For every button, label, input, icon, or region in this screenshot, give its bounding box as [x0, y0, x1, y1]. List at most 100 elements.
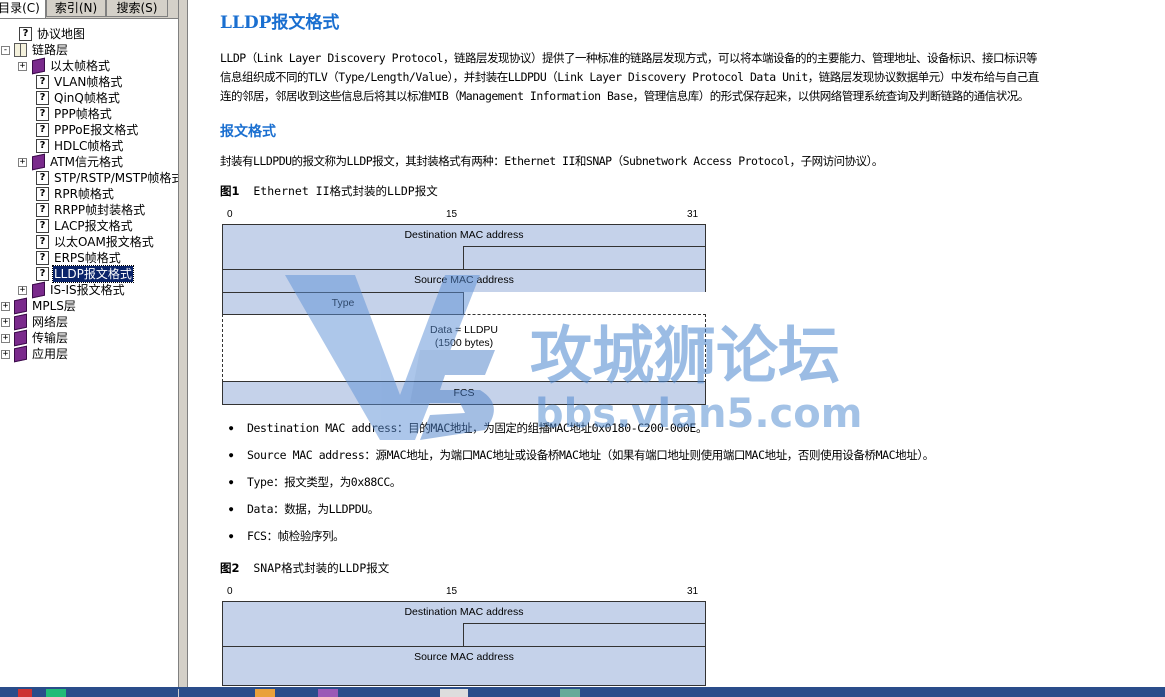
- tree-item-label: 以太帧格式: [50, 59, 111, 73]
- tree-item-label: 以太OAM报文格式: [54, 235, 154, 249]
- tree-item[interactable]: + IS-IS报文格式: [0, 281, 178, 299]
- tree-item[interactable]: ? RRPP帧封装格式: [0, 202, 178, 218]
- fig1-bit-31: 31: [687, 209, 699, 220]
- nav-tabs: 目录(C) 索引(N) 搜索(S): [0, 0, 178, 19]
- tree-item[interactable]: + 以太帧格式: [0, 57, 178, 75]
- help-page-icon: ?: [36, 75, 49, 89]
- fig1-data-label: Data = LLDPU: [430, 324, 498, 336]
- bullet-text: Source MAC address：源MAC地址，为端口MAC地址或设备桥MA…: [247, 448, 934, 462]
- help-page-icon: ?: [36, 171, 49, 185]
- fig2-bit-15: 15: [446, 586, 458, 597]
- tree-item-label: 传输层: [32, 331, 69, 345]
- help-page-icon: ?: [36, 91, 49, 105]
- tree-item-label: PPPoE报文格式: [54, 123, 139, 137]
- book-icon: [14, 297, 27, 315]
- expand-icon[interactable]: +: [18, 286, 27, 295]
- bullet-text: Data：数据，为LLDPDU。: [247, 502, 379, 516]
- tree-item[interactable]: ? RPR帧格式: [0, 186, 178, 202]
- tree-item[interactable]: ? STP/RSTP/MSTP帧格式: [0, 170, 178, 186]
- fig2-dst-row2: [222, 623, 464, 647]
- help-page-icon: ?: [36, 187, 49, 201]
- figure2-title: SNAP格式封装的LLDP报文: [253, 561, 390, 575]
- tree-item-label: HDLC帧格式: [54, 139, 124, 153]
- expand-icon[interactable]: +: [18, 62, 27, 71]
- expand-icon[interactable]: +: [18, 158, 27, 167]
- tree-item[interactable]: + 网络层: [0, 313, 178, 331]
- tree-item[interactable]: ? 以太OAM报文格式: [0, 234, 178, 250]
- tree-item-label: 链路层: [32, 43, 69, 57]
- tree-item[interactable]: ? VLAN帧格式: [0, 74, 178, 90]
- book-icon: [14, 313, 27, 331]
- figure1-label: 图1: [220, 184, 240, 198]
- tab-index[interactable]: 索引(N): [46, 0, 106, 17]
- tree-item[interactable]: ? 协议地图: [0, 26, 178, 42]
- tree-item-label: 协议地图: [37, 27, 86, 41]
- help-page-icon: ?: [36, 219, 49, 233]
- bullet-text: Destination MAC address：目的MAC地址，为固定的组播MA…: [247, 421, 708, 435]
- intro-line-3: 连的邻居，邻居收到这些信息后将其以标准MIB（Management Inform…: [220, 89, 1029, 103]
- fig1-src-label: Source MAC address: [414, 274, 514, 286]
- page-title: LLDP报文格式: [220, 13, 340, 33]
- tree-item-label: RRPP帧封装格式: [54, 203, 146, 217]
- tree-item[interactable]: - 链路层: [0, 42, 178, 58]
- tree-item[interactable]: + 应用层: [0, 345, 178, 363]
- tree-item[interactable]: ? PPPoE报文格式: [0, 122, 178, 138]
- taskbar-divider: [178, 689, 179, 697]
- tree-item[interactable]: ? LLDP报文格式: [0, 265, 178, 283]
- tree-item[interactable]: ? PPP帧格式: [0, 106, 178, 122]
- tab-search[interactable]: 搜索(S): [106, 0, 168, 17]
- tree-item[interactable]: ? QinQ帧格式: [0, 90, 178, 106]
- tree-item[interactable]: ? HDLC帧格式: [0, 138, 178, 154]
- tab-contents[interactable]: 目录(C): [0, 0, 46, 18]
- help-page-icon: ?: [36, 123, 49, 137]
- expand-icon[interactable]: +: [1, 334, 10, 343]
- fig1-src-row1: [463, 246, 706, 270]
- tree-item[interactable]: ? ERPS帧格式: [0, 250, 178, 266]
- help-page-icon: ?: [36, 267, 49, 281]
- expand-icon[interactable]: +: [1, 318, 10, 327]
- help-page-icon: ?: [36, 251, 49, 265]
- tree-item[interactable]: ? LACP报文格式: [0, 218, 178, 234]
- book-icon: [32, 281, 45, 299]
- tree-item[interactable]: + 传输层: [0, 329, 178, 347]
- figure2-label: 图2: [220, 561, 240, 575]
- collapse-icon[interactable]: -: [1, 46, 10, 55]
- section-title: 报文格式: [220, 124, 276, 140]
- tree-item-label: IS-IS报文格式: [50, 283, 125, 297]
- tree-item-label: MPLS层: [32, 299, 76, 313]
- tree-item-label: RPR帧格式: [54, 187, 114, 201]
- expand-icon[interactable]: +: [1, 350, 10, 359]
- book-icon: [14, 345, 27, 363]
- open-book-icon: [14, 43, 27, 57]
- tree-item-label: ERPS帧格式: [54, 251, 121, 265]
- help-page-icon: ?: [19, 27, 32, 41]
- pane-splitter[interactable]: [179, 0, 188, 687]
- figure1-caption: 图1 Ethernet II格式封装的LLDP报文: [220, 183, 438, 199]
- tree-item-label: VLAN帧格式: [54, 75, 123, 89]
- taskbar-icon[interactable]: [560, 689, 580, 697]
- taskbar-icon[interactable]: [440, 689, 468, 697]
- help-page-icon: ?: [36, 203, 49, 217]
- tree-item-label: ATM信元格式: [50, 155, 123, 169]
- intro-line-2: 信息组织成不同的TLV（Type/Length/Value），并封装在LLDPD…: [220, 70, 1039, 84]
- taskbar-icon[interactable]: [255, 689, 275, 697]
- fig1-type-label: Type: [331, 297, 355, 309]
- taskbar-icon[interactable]: [318, 689, 338, 697]
- taskbar-icon[interactable]: [46, 689, 66, 697]
- content-pane: LLDP报文格式 LLDP（Link Layer Discovery Proto…: [189, 0, 1165, 687]
- expand-icon[interactable]: +: [1, 302, 10, 311]
- tree-item-label: LLDP报文格式: [52, 265, 134, 283]
- tree-item-label: LACP报文格式: [54, 219, 133, 233]
- tree-item-label: 网络层: [32, 315, 69, 329]
- help-page-icon: ?: [36, 235, 49, 249]
- book-icon: [32, 153, 45, 171]
- fig1-dst-row2: [222, 246, 464, 270]
- fig2-bit-31: 31: [687, 586, 699, 597]
- tree-item[interactable]: + ATM信元格式: [0, 153, 178, 171]
- fig2-bit-0: 0: [227, 586, 233, 597]
- taskbar: [0, 687, 1165, 697]
- taskbar-icon[interactable]: [18, 689, 32, 697]
- fig1-bit-15: 15: [446, 209, 458, 220]
- tree-item[interactable]: + MPLS层: [0, 297, 178, 315]
- help-page-icon: ?: [36, 139, 49, 153]
